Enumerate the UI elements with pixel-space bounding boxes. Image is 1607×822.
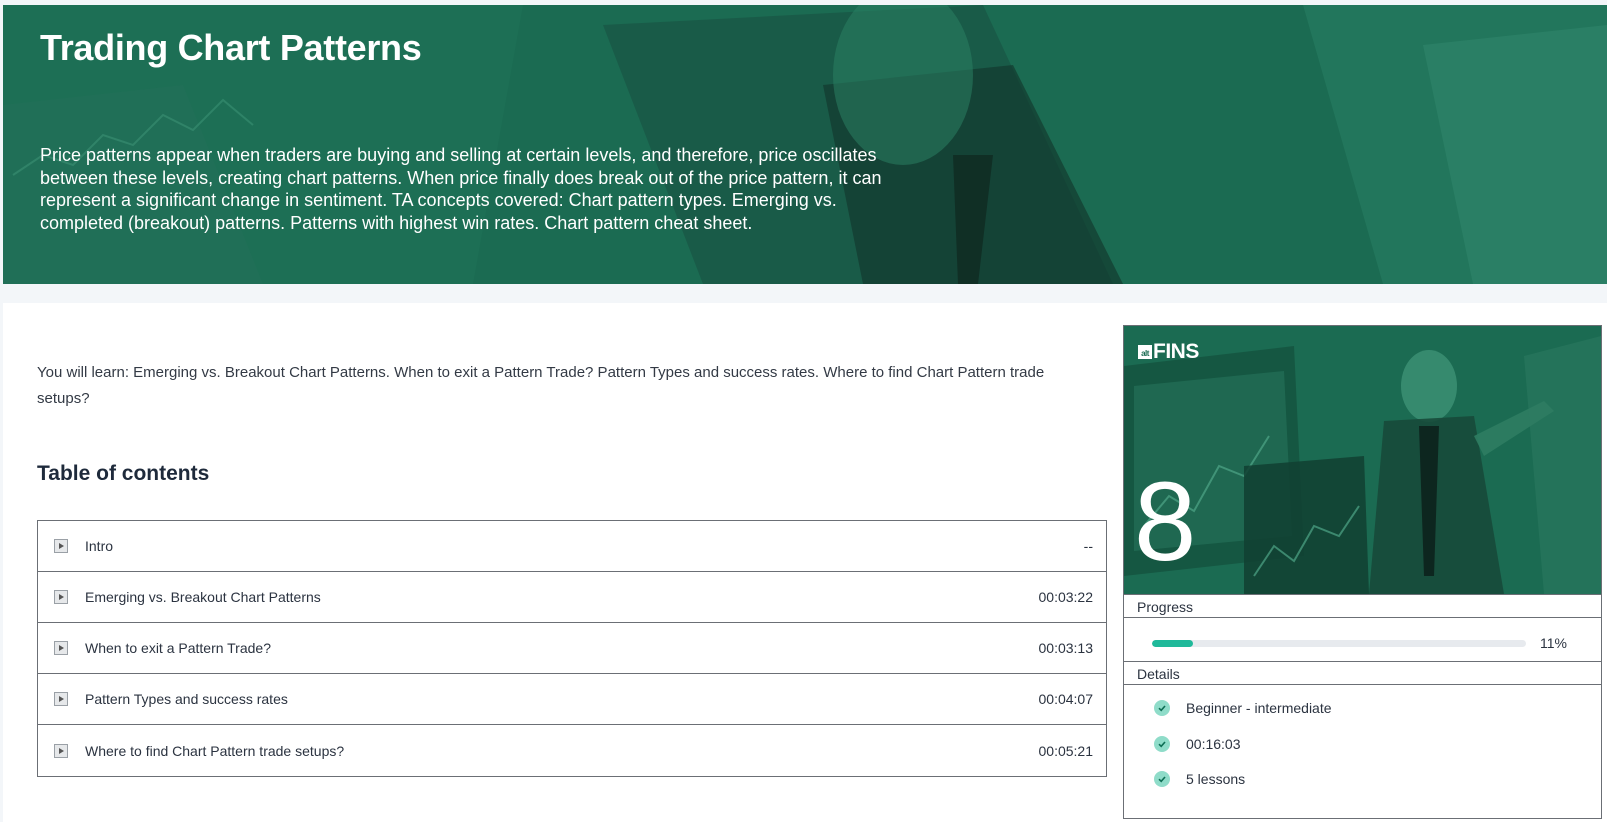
lesson-duration: 00:03:13	[1038, 640, 1094, 656]
lesson-duration: 00:04:07	[1038, 691, 1094, 707]
video-play-icon	[54, 743, 68, 758]
course-summary-card: alt FINS 8 Progress 11% Details Beginner…	[1123, 325, 1602, 819]
logo-mark: alt	[1138, 345, 1152, 359]
logo-text: FINS	[1153, 340, 1199, 363]
lesson-row[interactable]: Emerging vs. Breakout Chart Patterns 00:…	[38, 572, 1106, 623]
detail-text: 5 lessons	[1186, 771, 1246, 787]
toc-heading: Table of contents	[37, 462, 210, 485]
course-description: Price patterns appear when traders are b…	[40, 145, 882, 233]
progress-heading: Progress	[1124, 594, 1601, 618]
lesson-duration: 00:03:22	[1038, 589, 1094, 605]
lesson-row[interactable]: When to exit a Pattern Trade? 00:03:13	[38, 623, 1106, 674]
video-play-icon	[54, 641, 68, 655]
detail-level: Beginner - intermediate	[1154, 700, 1332, 716]
lesson-title: Intro	[85, 538, 114, 554]
altfins-logo: alt FINS	[1138, 340, 1199, 364]
lesson-title: Where to find Chart Pattern trade setups…	[85, 742, 345, 759]
table-of-contents: Intro -- Emerging vs. Breakout Chart Pat…	[37, 520, 1107, 777]
check-circle-icon	[1154, 700, 1170, 716]
progress-fill	[1152, 640, 1194, 647]
lesson-title: When to exit a Pattern Trade?	[85, 640, 271, 656]
lesson-duration: --	[1083, 538, 1093, 554]
lesson-row[interactable]: Where to find Chart Pattern trade setups…	[38, 725, 1106, 776]
check-circle-icon	[1154, 736, 1170, 752]
check-circle-icon	[1154, 771, 1170, 787]
course-title: Trading Chart Patterns	[40, 27, 422, 68]
video-play-icon	[54, 539, 68, 553]
detail-text: 00:16:03	[1186, 736, 1241, 752]
learning-outcomes: You will learn: Emerging vs. Breakout Ch…	[37, 364, 1045, 407]
lesson-title: Emerging vs. Breakout Chart Patterns	[85, 589, 321, 605]
detail-duration: 00:16:03	[1154, 736, 1241, 752]
course-number: 8	[1134, 459, 1197, 584]
course-hero: Trading Chart Patterns Price patterns ap…	[3, 5, 1607, 284]
progress-percent: 11%	[1540, 635, 1567, 651]
video-play-icon	[54, 692, 68, 706]
lesson-title: Pattern Types and success rates	[85, 691, 288, 707]
progress-bar	[1152, 640, 1526, 647]
detail-text: Beginner - intermediate	[1186, 700, 1332, 716]
detail-lessons: 5 lessons	[1154, 771, 1245, 787]
lesson-row[interactable]: Pattern Types and success rates 00:04:07	[38, 674, 1106, 725]
details-heading: Details	[1124, 661, 1601, 685]
lesson-duration: 00:05:21	[1038, 742, 1094, 759]
lesson-row[interactable]: Intro --	[38, 521, 1106, 572]
course-thumbnail[interactable]: alt FINS 8	[1124, 326, 1601, 594]
video-play-icon	[54, 590, 68, 604]
